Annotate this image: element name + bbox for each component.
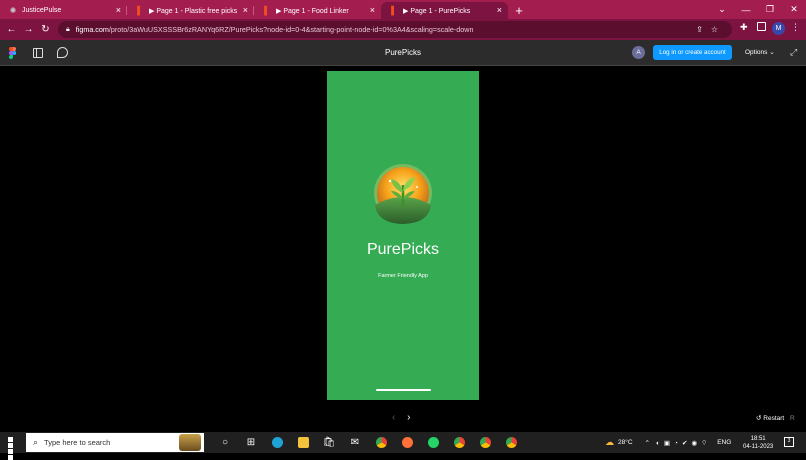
search-placeholder: Type here to search — [44, 438, 111, 447]
notifications-icon[interactable]: 3 — [784, 437, 794, 447]
browser-tab-bar: ✺ JusticePulse × ▌ ▶ Page 1 - Plastic fr… — [0, 0, 806, 19]
expand-icon[interactable]: ⤢ — [790, 47, 797, 58]
tab-food-linker[interactable]: ▌ ▶ Page 1 - Food Linker × — [254, 2, 381, 19]
prototype-canvas: PurePicks Farmer Friendly App ‹ › ↺ Rest… — [0, 66, 806, 432]
new-tab-button[interactable]: + — [510, 2, 528, 19]
search-highlight-image — [179, 434, 201, 451]
figma-toolbar: PurePicks A Log in or create account Opt… — [0, 40, 806, 66]
system-tray: ☁ 28°C ⌃ ◐▣◔✔◉⌔ ENG — [605, 432, 731, 453]
frame-pager: ‹ › — [392, 412, 410, 423]
clock-date: 04-11-2023 — [743, 444, 774, 450]
browser-toolbar: ← → ↻ 🔒︎ figma.com /proto/3aWuUSXSSSBr6z… — [0, 19, 806, 40]
close-icon[interactable]: × — [243, 5, 248, 15]
tray-overflow-icon[interactable]: ⌃ — [645, 439, 650, 447]
tab-label: ▶ Page 1 - Plastic free picks — [149, 7, 238, 15]
windows-taskbar: ⌕ Type here to search ○ ⊞ 🛍︎ ✉ ☁ 28°C ⌃ … — [0, 432, 806, 460]
tab-search-icon[interactable]: ⌄ — [710, 4, 734, 15]
previous-frame-icon[interactable]: ‹ — [392, 412, 395, 423]
figma-icon: ▌ — [391, 6, 397, 15]
language-indicator[interactable]: ENG — [717, 439, 731, 446]
close-icon[interactable]: × — [497, 5, 502, 15]
clock-time: 18:51 — [750, 436, 766, 442]
figma-icon: ▌ — [137, 6, 143, 15]
window-controls: ⌄ — ❐ ✕ — [710, 0, 806, 19]
next-frame-icon[interactable]: › — [407, 412, 410, 423]
back-icon[interactable]: ← — [3, 24, 20, 35]
chrome-profile-icon[interactable] — [498, 435, 524, 450]
windows-start-icon[interactable] — [8, 437, 19, 460]
address-bar[interactable]: 🔒︎ figma.com /proto/3aWuUSXSSSBr6zRANYq6… — [58, 21, 732, 38]
prototype-frame[interactable]: PurePicks Farmer Friendly App — [327, 71, 479, 400]
chrome-icon[interactable] — [368, 435, 394, 450]
restore-icon[interactable]: ❐ — [758, 4, 782, 15]
share-and-bookmark-icons[interactable]: ⇪☆ — [696, 25, 726, 34]
gear-icon: ✺ — [9, 6, 17, 15]
file-explorer-icon[interactable] — [290, 435, 316, 450]
app-name: PurePicks — [366, 241, 440, 258]
options-dropdown[interactable]: Options ⌄ — [745, 48, 775, 56]
figma-icon: ▌ — [264, 6, 270, 15]
close-icon[interactable]: × — [370, 5, 375, 15]
task-view-icon[interactable]: ⊞ — [238, 435, 264, 450]
url-path: /proto/3aWuUSXSSSBr6zRANYq6RZ/PurePicks?… — [108, 25, 474, 34]
tray-icons[interactable]: ◐▣◔✔◉⌔ — [656, 438, 711, 447]
lock-icon[interactable]: 🔒︎ — [66, 26, 70, 34]
user-avatar[interactable]: A — [632, 46, 645, 59]
chrome-profile-icon[interactable] — [446, 435, 472, 450]
home-indicator — [376, 389, 431, 391]
login-button[interactable]: Log in or create account — [653, 45, 732, 60]
tab-purepicks[interactable]: ▌ ▶ Page 1 - PurePicks × — [381, 2, 508, 19]
restart-label: Restart — [763, 415, 785, 422]
plant-logo-icon — [374, 164, 432, 224]
chrome-profile-icon[interactable] — [472, 435, 498, 450]
cortana-icon[interactable]: ○ — [212, 435, 238, 450]
weather-icon[interactable]: ☁ — [605, 437, 614, 448]
tab-justicepulse[interactable]: ✺ JusticePulse × — [0, 2, 127, 19]
reload-icon[interactable]: ↻ — [37, 24, 54, 35]
pinned-apps: ○ ⊞ 🛍︎ ✉ — [212, 435, 524, 450]
restart-button[interactable]: ↺ Restart R — [756, 414, 795, 422]
tab-plastic-free-picks[interactable]: ▌ ▶ Page 1 - Plastic free picks × — [127, 2, 254, 19]
side-panel-icon[interactable] — [757, 22, 766, 31]
restart-shortcut: R — [790, 415, 795, 422]
close-icon[interactable]: × — [116, 5, 121, 15]
profile-avatar[interactable]: M — [772, 22, 785, 35]
taskbar-search-box[interactable]: ⌕ Type here to search — [26, 433, 204, 452]
whatsapp-icon[interactable] — [420, 435, 446, 450]
store-icon[interactable]: 🛍︎ — [316, 435, 342, 450]
extensions-icon[interactable]: ✚ — [740, 22, 748, 33]
url-host: figma.com — [75, 25, 109, 34]
minimize-icon[interactable]: — — [734, 5, 758, 15]
edge-icon[interactable] — [264, 435, 290, 450]
firefox-icon[interactable] — [394, 435, 420, 450]
forward-icon[interactable]: → — [20, 24, 37, 35]
tab-label: ▶ Page 1 - Food Linker — [276, 7, 349, 15]
taskbar-clock[interactable]: 18:51 04-11-2023 — [743, 435, 773, 451]
weather-temp[interactable]: 28°C — [618, 439, 633, 446]
search-icon: ⌕ — [33, 437, 39, 447]
mail-icon[interactable]: ✉ — [342, 435, 368, 450]
app-tagline: Farmer Friendly App — [378, 273, 428, 279]
kebab-menu-icon[interactable]: ⋮ — [791, 22, 800, 33]
restart-icon: ↺ — [756, 415, 762, 422]
close-window-icon[interactable]: ✕ — [782, 4, 806, 15]
tab-label: JusticePulse — [22, 7, 62, 14]
tab-label: ▶ Page 1 - PurePicks — [403, 7, 471, 15]
